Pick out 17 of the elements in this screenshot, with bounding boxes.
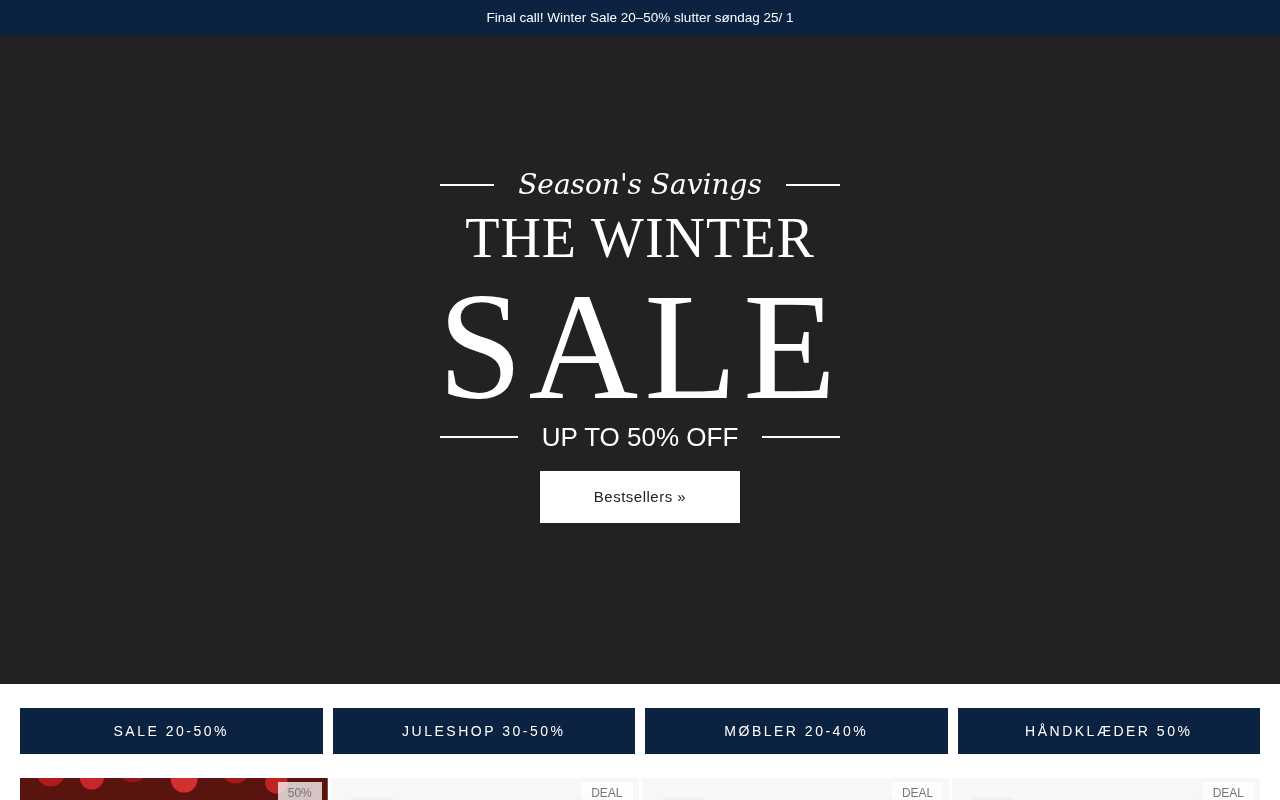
hero-kicker: Season's Savings	[518, 166, 762, 203]
product-card[interactable]: DEAL	[952, 778, 1260, 800]
product-card[interactable]: DEAL	[330, 778, 639, 800]
category-button[interactable]: JULESHOP 30-50%	[332, 708, 635, 754]
discount-badge: DEAL	[581, 782, 633, 800]
category-button[interactable]: HÅNDKLÆDER 50%	[957, 708, 1260, 754]
discount-badge: 50%	[277, 782, 322, 800]
hero-title: THE WINTER	[465, 206, 815, 269]
product-card[interactable]: DEAL	[641, 778, 950, 800]
announcement-text: Final call! Winter Sale 20–50% slutter søndag 25/ 1	[486, 10, 794, 25]
category-button[interactable]: MØBLER 20-40%	[645, 708, 948, 754]
bestsellers-button[interactable]: Bestsellers »	[540, 470, 740, 523]
discount-badge: DEAL	[1202, 782, 1254, 800]
discount-badge: DEAL	[891, 782, 944, 800]
category-button[interactable]: SALE 20-50%	[20, 708, 323, 754]
hero-headline: SALE	[438, 276, 842, 417]
hero-subtitle: UP TO 50% OFF	[541, 420, 739, 454]
